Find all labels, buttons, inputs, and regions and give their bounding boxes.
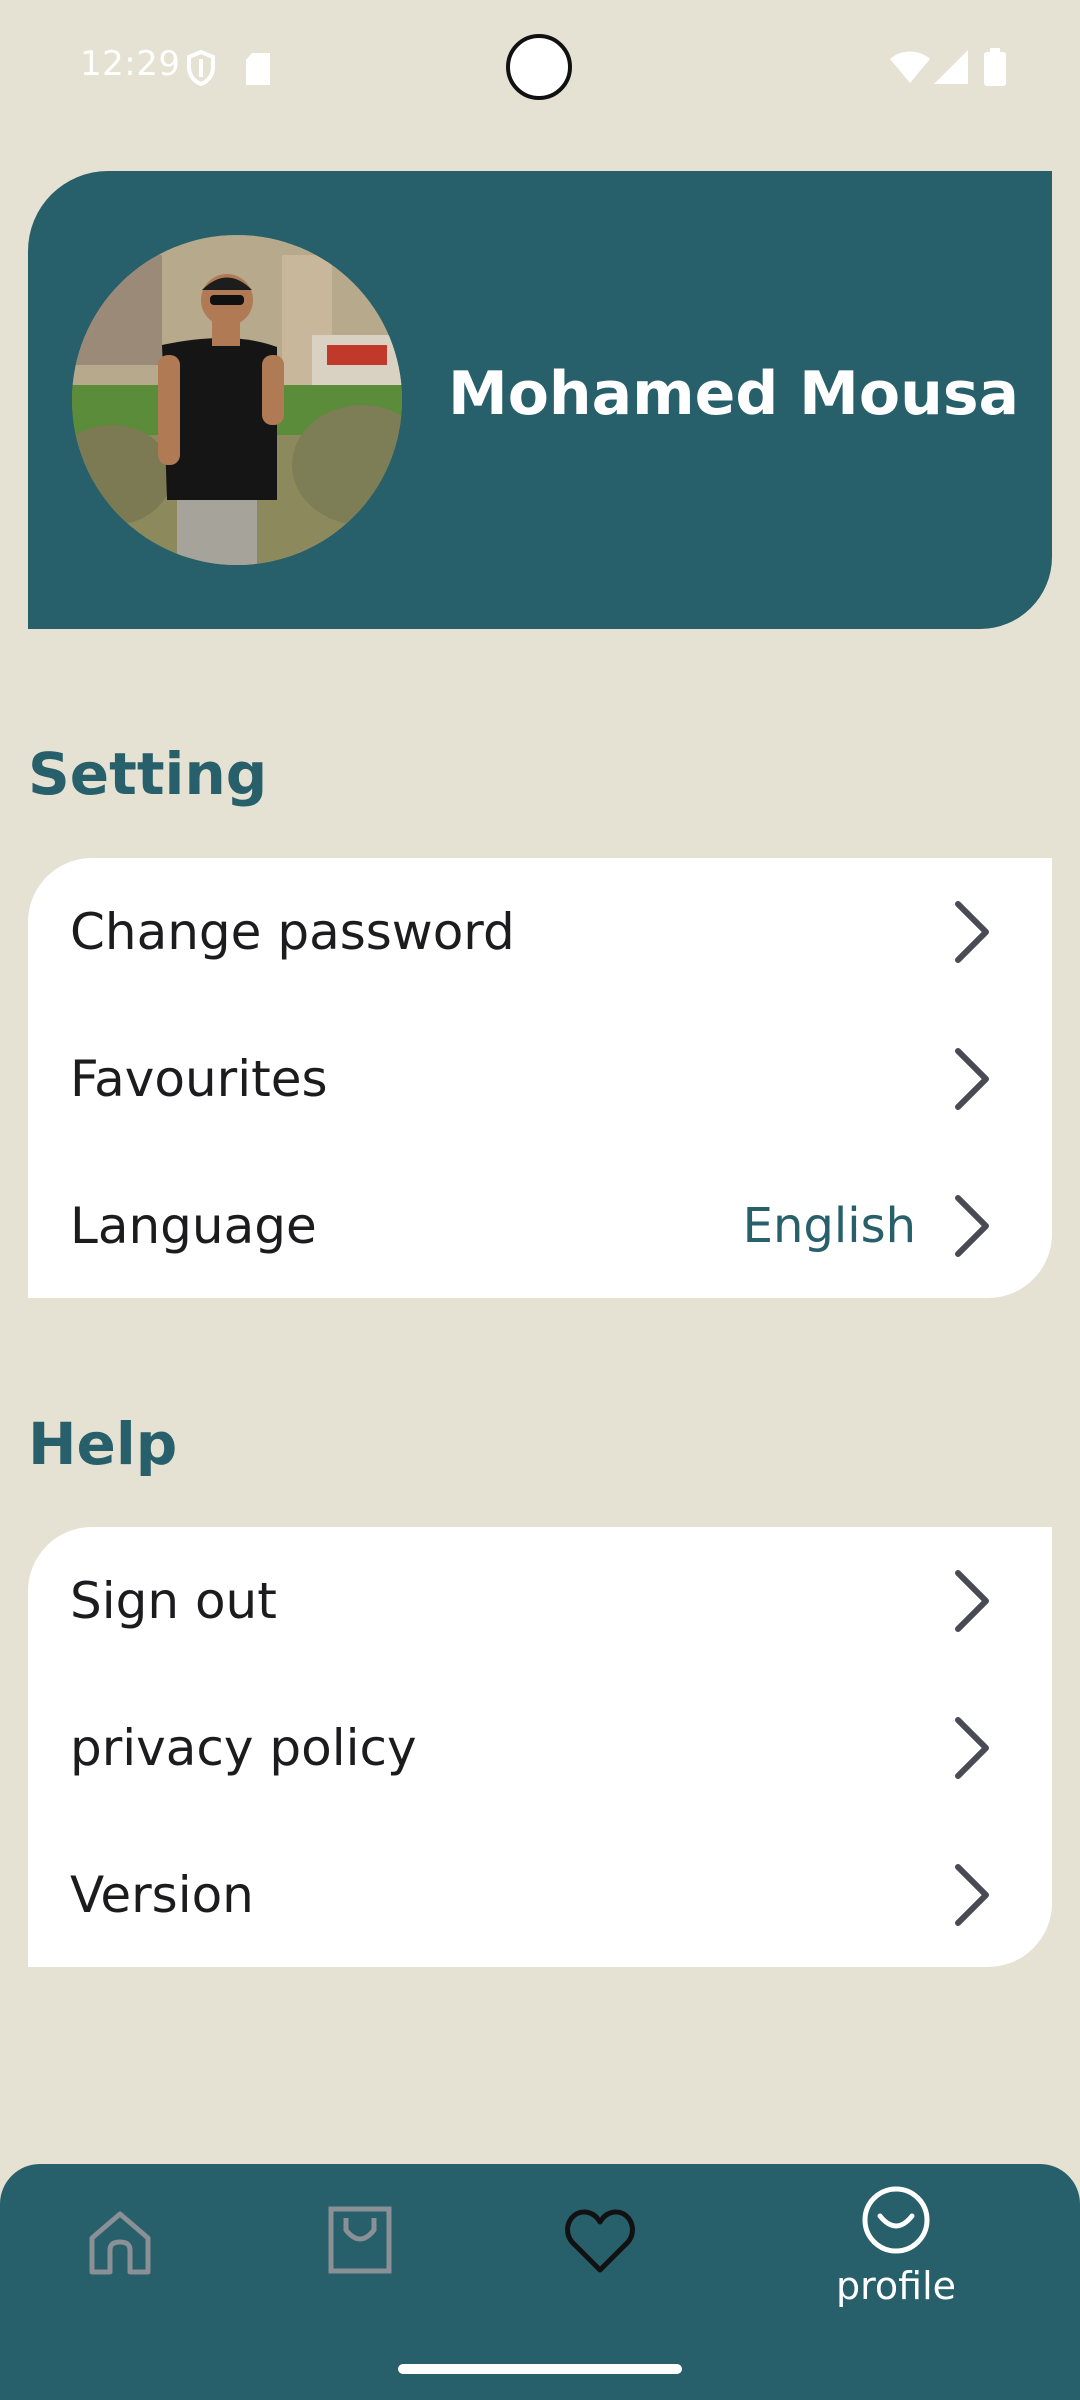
profile-header: Mohamed Mousa xyxy=(28,171,1052,629)
battery-icon xyxy=(984,48,1006,86)
heart-icon xyxy=(565,2209,635,2273)
chevron-right-icon xyxy=(955,1716,989,1779)
settings-item-label: Language xyxy=(70,1196,317,1255)
sd-card-icon xyxy=(246,53,270,85)
chevron-right-icon xyxy=(955,1569,989,1632)
chevron-right-icon xyxy=(955,1863,989,1926)
home-indicator xyxy=(398,2364,682,2374)
help-item-privacy-policy[interactable]: privacy policy xyxy=(28,1674,1052,1821)
chevron-right-icon xyxy=(955,1194,989,1257)
help-item-label: Version xyxy=(70,1865,254,1924)
nav-cart[interactable] xyxy=(326,2204,394,2276)
nav-profile[interactable]: profile xyxy=(836,2184,956,2308)
signal-icon xyxy=(934,50,968,84)
settings-item-language[interactable]: Language English xyxy=(28,1152,1052,1299)
profile-photo xyxy=(72,235,402,565)
help-item-label: privacy policy xyxy=(70,1718,417,1777)
settings-item-label: Favourites xyxy=(70,1049,328,1108)
front-camera xyxy=(506,34,572,100)
help-section-title: Help xyxy=(28,1410,178,1478)
help-list: Sign out privacy policy Version xyxy=(28,1527,1052,1967)
help-item-version[interactable]: Version xyxy=(28,1821,1052,1968)
profile-name: Mohamed Mousa xyxy=(448,359,1020,429)
smile-icon xyxy=(862,2186,930,2254)
chevron-right-icon xyxy=(955,1047,989,1110)
settings-item-favourites[interactable]: Favourites xyxy=(28,1005,1052,1152)
help-item-sign-out[interactable]: Sign out xyxy=(28,1527,1052,1674)
help-item-label: Sign out xyxy=(70,1571,277,1630)
status-bar: 12:29 xyxy=(0,0,1080,140)
settings-item-label: Change password xyxy=(70,902,515,961)
shield-icon xyxy=(187,50,215,86)
nav-home[interactable] xyxy=(84,2206,156,2278)
wifi-icon xyxy=(890,51,930,83)
nav-favourites[interactable] xyxy=(564,2208,636,2274)
settings-list: Change password Favourites Language Engl… xyxy=(28,858,1052,1298)
language-value: English xyxy=(742,1197,916,1254)
settings-section-title: Setting xyxy=(28,740,268,808)
status-time: 12:29 xyxy=(80,44,181,84)
avatar[interactable] xyxy=(72,235,402,565)
settings-item-change-password[interactable]: Change password xyxy=(28,858,1052,1005)
home-icon xyxy=(89,2211,151,2275)
chevron-right-icon xyxy=(955,900,989,963)
shopping-bag-icon xyxy=(328,2206,392,2274)
nav-profile-label: profile xyxy=(836,2264,957,2308)
